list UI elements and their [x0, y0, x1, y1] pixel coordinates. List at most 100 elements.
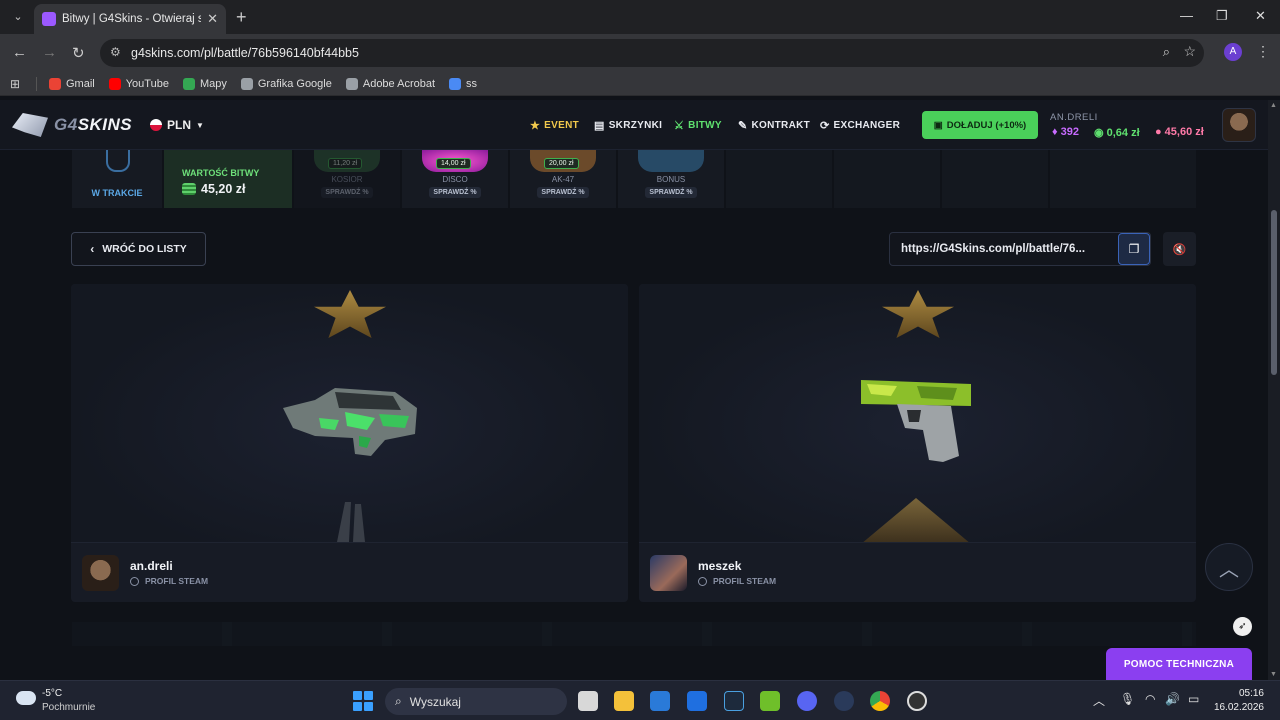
nav-bitwy[interactable]: ⚔ BITWY: [674, 119, 722, 132]
minimize-icon[interactable]: —: [1180, 8, 1193, 23]
steam-profile-link[interactable]: PROFIL STEAM: [130, 576, 208, 586]
balance-value: 392: [1060, 126, 1079, 138]
weather-condition[interactable]: Pochmurnie: [42, 702, 95, 713]
deposit-button[interactable]: ▣ DOŁADUJ (+10%): [922, 111, 1038, 139]
tab-search-chevron-icon[interactable]: ⌄: [8, 8, 28, 26]
bookmark-star-icon[interactable]: ☆: [1183, 43, 1196, 60]
nvidia-icon[interactable]: [760, 691, 780, 711]
clock-date[interactable]: 16.02.2026: [1206, 702, 1264, 713]
tray-chevron-up-icon[interactable]: ︿: [1093, 692, 1105, 709]
zoom-icon[interactable]: ⌕: [1163, 44, 1170, 60]
apps-grid-icon[interactable]: ⊞: [10, 77, 24, 91]
back-arrow-icon[interactable]: ←: [12, 44, 27, 61]
check-odds-button[interactable]: SPRAWDŹ %: [429, 187, 481, 198]
bookmark-acrobat[interactable]: Adobe Acrobat: [345, 77, 436, 90]
discord-icon[interactable]: [797, 691, 817, 711]
task-view-icon[interactable]: [578, 691, 598, 711]
check-odds-button[interactable]: SPRAWDŹ %: [321, 187, 373, 198]
mail-icon[interactable]: [650, 691, 670, 711]
app-shield-icon[interactable]: [724, 691, 744, 711]
chrome-icon[interactable]: [870, 691, 890, 711]
rocket-icon: ➶: [1238, 621, 1247, 632]
deposit-label: DOŁADUJ (+10%): [946, 119, 1027, 131]
bookmark-ss[interactable]: ss: [449, 77, 477, 90]
tab-title: Bitwy | G4Skins - Otwieraj skrzy: [62, 13, 202, 25]
windows-start-icon[interactable]: [353, 691, 373, 711]
windows-taskbar: -5°C Pochmurnie ⌕ Wyszukaj ︿ 🎙 ◠ 🔊 ▭ 05:…: [0, 680, 1280, 720]
window-close-icon[interactable]: ✕: [1255, 8, 1266, 24]
case-item[interactable]: 14,00 zł DISCO SPRAWDŹ %: [402, 150, 508, 208]
copy-link-button[interactable]: ❐: [1118, 233, 1150, 265]
bookmarks-separator: [36, 76, 37, 91]
obs-icon[interactable]: [907, 691, 927, 711]
microphone-icon[interactable]: 🎙: [1120, 692, 1135, 706]
case-name: BONUS: [656, 175, 686, 184]
scroll-to-top-button[interactable]: ︿: [1205, 543, 1253, 591]
player-avatar[interactable]: [82, 555, 119, 591]
maximize-icon[interactable]: ❐: [1216, 8, 1228, 24]
scrollbar-thumb[interactable]: [1271, 210, 1277, 375]
share-url-text[interactable]: https://G4Skins.com/pl/battle/76...: [901, 243, 1085, 255]
browser-tab[interactable]: Bitwy | G4Skins - Otwieraj skrzy ✕: [34, 4, 226, 34]
page-scrollbar[interactable]: ▲ ▼: [1268, 100, 1280, 680]
ss-icon: [449, 77, 462, 90]
nav-event[interactable]: ★ EVENT: [530, 119, 579, 132]
bookmark-mapy[interactable]: Mapy: [182, 77, 227, 90]
gems-balance: ♦ 392: [1052, 126, 1079, 138]
case-item[interactable]: 20,00 zł AK-47 SPRAWDŹ %: [510, 150, 616, 208]
taskbar-search[interactable]: ⌕ Wyszukaj: [385, 688, 567, 715]
scroll-up-icon[interactable]: ▲: [1270, 102, 1277, 109]
site-info-icon[interactable]: ⚙: [110, 45, 121, 59]
mute-sound-button[interactable]: 🔇: [1163, 232, 1196, 266]
nav-kontrakt[interactable]: ✎ KONTRAKT: [738, 119, 810, 132]
battle-value-label: WARTOŚĆ BITWY: [182, 168, 260, 178]
gem-icon: ♦: [1052, 126, 1058, 138]
check-odds-button[interactable]: SPRAWDŹ %: [537, 187, 589, 198]
steam-icon[interactable]: [834, 691, 854, 711]
case-item[interactable]: BONUS SPRAWDŹ %: [618, 150, 724, 208]
bookmark-label: Adobe Acrobat: [362, 77, 436, 90]
back-to-list-button[interactable]: ‹ WRÓĆ DO LISTY: [71, 232, 206, 266]
search-icon: ⌕: [395, 694, 402, 708]
bookmark-gmail[interactable]: Gmail: [49, 77, 95, 90]
battery-icon[interactable]: ▭: [1188, 692, 1199, 706]
user-avatar[interactable]: [1222, 108, 1256, 142]
player-reel: [71, 284, 628, 542]
close-tab-icon[interactable]: ✕: [207, 11, 218, 27]
profile-avatar[interactable]: A: [1224, 43, 1242, 61]
nav-exchanger[interactable]: ⟳ EXCHANGER: [820, 119, 900, 132]
player-name: meszek: [698, 559, 742, 573]
battle-value-amount: 45,20 zł: [182, 182, 245, 196]
file-explorer-icon[interactable]: [614, 691, 634, 711]
browser-menu-icon[interactable]: ⋮: [1256, 43, 1270, 60]
case-image: [638, 150, 704, 172]
cloud-icon[interactable]: [16, 691, 36, 705]
clock-time[interactable]: 05:16: [1216, 688, 1264, 699]
bookmark-youtube[interactable]: YouTube: [108, 77, 169, 90]
url-text[interactable]: g4skins.com/pl/battle/76b596140bf44bb5: [131, 46, 359, 60]
reload-icon[interactable]: ↻: [72, 44, 85, 62]
weather-temperature[interactable]: -5°C: [42, 688, 62, 699]
volume-icon[interactable]: 🔊: [1165, 692, 1180, 706]
scroll-down-icon[interactable]: ▼: [1270, 671, 1277, 678]
wifi-icon[interactable]: ◠: [1145, 692, 1155, 706]
steam-icon: [130, 576, 139, 586]
empty-case-slot: [726, 150, 832, 208]
new-tab-plus-icon[interactable]: +: [236, 7, 247, 28]
check-odds-button[interactable]: SPRAWDŹ %: [645, 187, 697, 198]
steam-profile-link[interactable]: PROFIL STEAM: [698, 576, 776, 586]
currency-selector[interactable]: PLN ▼: [150, 118, 204, 132]
chevron-down-icon: ▼: [196, 120, 204, 130]
tech-support-button[interactable]: POMOC TECHNICZNA: [1106, 648, 1252, 680]
rocket-button[interactable]: ➶: [1233, 617, 1252, 636]
site-logo[interactable]: G4SKINS: [12, 113, 132, 137]
share-url-box[interactable]: https://G4Skins.com/pl/battle/76...: [889, 232, 1151, 266]
dropbox-icon[interactable]: [687, 691, 707, 711]
bookmark-grafika[interactable]: Grafika Google: [240, 77, 332, 90]
player-avatar[interactable]: [650, 555, 687, 591]
omnibox[interactable]: ⚙ g4skins.com/pl/battle/76b596140bf44bb5…: [100, 39, 1204, 67]
case-item[interactable]: 11,20 zł KOSIOR SPRAWDŹ %: [294, 150, 400, 208]
nav-skrzynki[interactable]: ▤ SKRZYNKI: [594, 119, 662, 132]
forward-arrow-icon[interactable]: →: [42, 44, 57, 61]
player-footer: meszek PROFIL STEAM: [639, 542, 1196, 602]
